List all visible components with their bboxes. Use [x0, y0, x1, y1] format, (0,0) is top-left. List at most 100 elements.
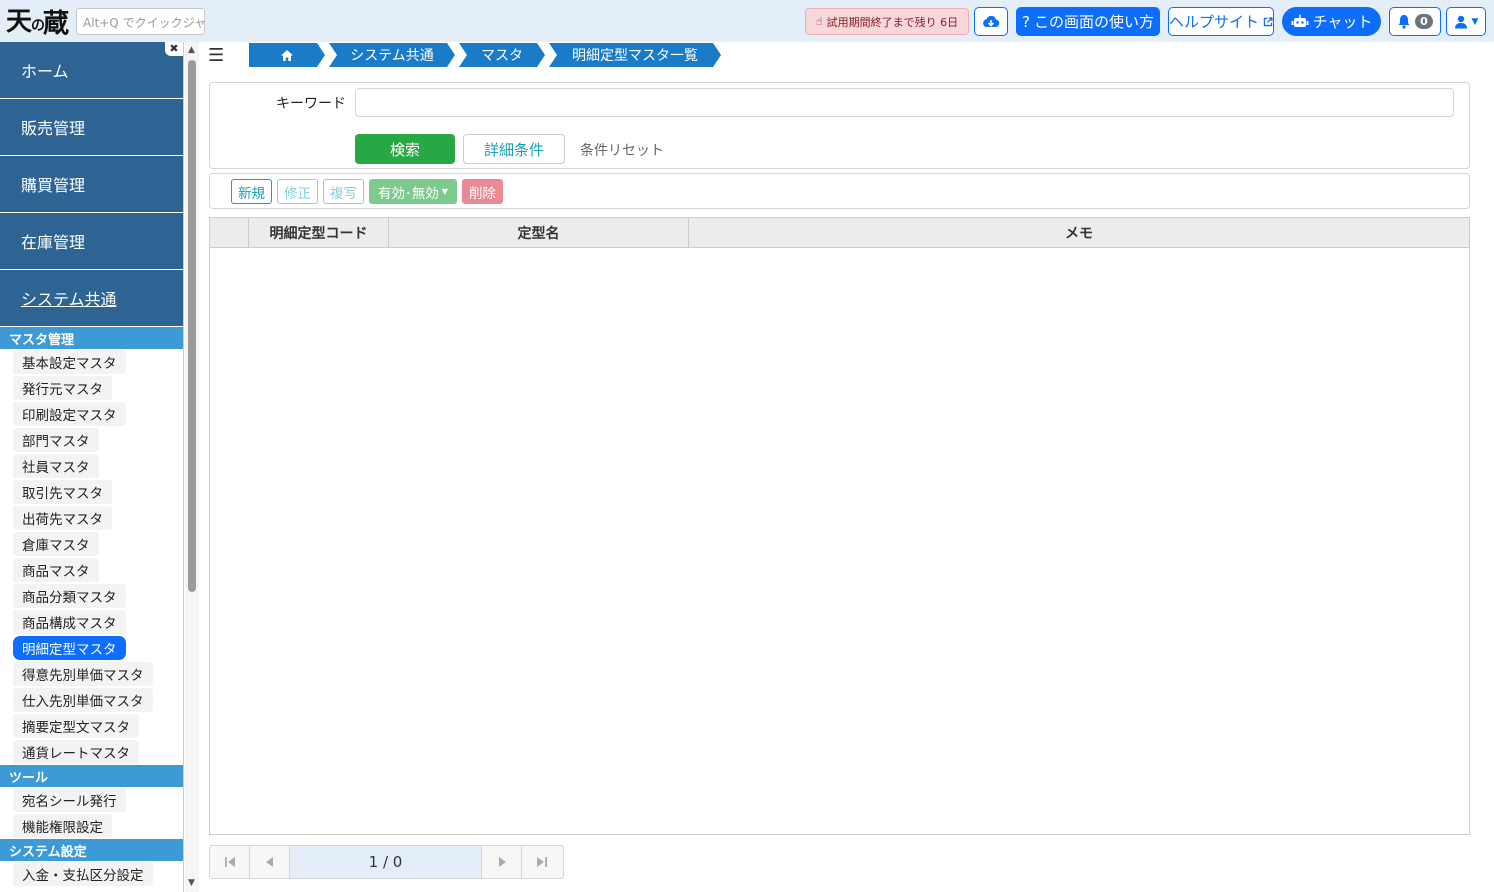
sidebar-subitem-label: 機能権限設定: [13, 814, 112, 838]
question-icon: ?: [1022, 12, 1030, 31]
column-header-select[interactable]: [210, 218, 249, 248]
new-button[interactable]: 新規: [231, 179, 272, 204]
sidebar-subitem[interactable]: 出荷先マスタ: [0, 505, 183, 531]
breadcrumb-item[interactable]: システム共通: [329, 43, 455, 67]
sidebar-subitem-label: 印刷設定マスタ: [13, 402, 126, 426]
chat-label: チャット: [1312, 13, 1373, 31]
sidebar-item-home[interactable]: ホーム: [0, 42, 183, 99]
sidebar-subitem-label: 仕入先別単価マスタ: [13, 688, 153, 712]
svg-text:蔵: 蔵: [43, 9, 69, 38]
trial-text: 試用期間終了まで残り 6日: [826, 15, 959, 29]
sidebar-subitem[interactable]: 印刷設定マスタ: [0, 401, 183, 427]
column-header-memo[interactable]: メモ: [689, 218, 1469, 248]
sidebar-subitem-label: 商品マスタ: [13, 558, 99, 582]
sidebar-subitem[interactable]: 仕入先別単価マスタ: [0, 687, 183, 713]
sidebar-item-inventory[interactable]: 在庫管理: [0, 213, 183, 270]
sidebar-subitem[interactable]: 商品構成マスタ: [0, 609, 183, 635]
detail-conditions-button[interactable]: 詳細条件: [463, 134, 565, 164]
sidebar-subitem[interactable]: 宛名シール発行: [0, 787, 183, 813]
sidebar-subitem-label: 商品分類マスタ: [13, 584, 126, 608]
sidebar-subitem[interactable]: 通貨レートマスタ: [0, 739, 183, 765]
prev-page-icon[interactable]: [250, 846, 290, 878]
next-page-icon[interactable]: [482, 846, 522, 878]
pager: 1 / 0: [209, 845, 564, 879]
column-header-name[interactable]: 定型名: [389, 218, 689, 248]
sidebar-item-system-common[interactable]: システム共通: [0, 270, 183, 327]
svg-text:天: 天: [6, 7, 32, 37]
sidebar-subitem-label: 宛名シール発行: [13, 788, 126, 812]
sidebar-item-label: ホーム: [21, 62, 69, 81]
sidebar-subitem[interactable]: 入金・支払区分設定: [0, 861, 183, 887]
sidebar-item-sales[interactable]: 販売管理: [0, 99, 183, 156]
sidebar-subitem-label: 入金・支払区分設定: [13, 862, 153, 886]
copy-button[interactable]: 複写: [323, 179, 364, 204]
search-panel: キーワード 検索 詳細条件 条件リセット: [209, 82, 1470, 169]
cloud-download-icon: [983, 15, 1000, 27]
sidebar-subitem[interactable]: 部門マスタ: [0, 427, 183, 453]
user-menu-button[interactable]: ▼: [1446, 7, 1486, 36]
edit-button[interactable]: 修正: [277, 179, 318, 204]
sidebar-subitem-label: 摘要定型文マスタ: [13, 714, 139, 738]
page-info: 1 / 0: [290, 846, 482, 878]
caret-down-icon: ▼: [441, 187, 448, 196]
sidebar-subitem-label: 倉庫マスタ: [13, 532, 99, 556]
app-logo[interactable]: 天 の 蔵: [6, 4, 70, 39]
sidebar-item-label: 購買管理: [21, 176, 86, 195]
scroll-up-icon[interactable]: ▲: [188, 45, 195, 55]
toggle-active-button[interactable]: 有効･無効 ▼: [369, 179, 457, 204]
pointer-icon: ☝: [815, 15, 823, 28]
howto-button[interactable]: ? この画面の使い方: [1016, 7, 1160, 36]
sidebar-subitem-label: 基本設定マスタ: [13, 350, 126, 374]
data-table: 明細定型コード 定型名 メモ: [209, 217, 1470, 835]
sidebar-subitem[interactable]: 摘要定型文マスタ: [0, 713, 183, 739]
download-button[interactable]: [974, 7, 1008, 36]
trial-status-badge[interactable]: ☝ 試用期間終了まで残り 6日: [805, 8, 969, 35]
sidebar-subitem-selected[interactable]: 明細定型マスタ: [0, 635, 183, 661]
sidebar-subitem[interactable]: 社員マスタ: [0, 453, 183, 479]
breadcrumb-home[interactable]: [249, 43, 325, 67]
search-button[interactable]: 検索: [355, 134, 455, 164]
sidebar-subitem[interactable]: 基本設定マスタ: [0, 349, 183, 375]
scroll-thumb[interactable]: [188, 60, 196, 592]
sidebar-scrollbar[interactable]: ▲ ▼: [185, 42, 199, 892]
breadcrumb-label: 明細定型マスタ一覧: [572, 48, 698, 64]
bell-icon: [1398, 15, 1410, 29]
delete-button[interactable]: 削除: [462, 179, 503, 204]
breadcrumb-label: マスタ: [481, 48, 523, 64]
app-header: 天 の 蔵 Alt+Q でクイックジャンプ ☝ 試用期間終了まで残り 6日 ? …: [0, 0, 1494, 42]
howto-label: この画面の使い方: [1033, 13, 1154, 31]
sidebar-subitem[interactable]: 得意先別単価マスタ: [0, 661, 183, 687]
keyword-label: キーワード: [276, 96, 346, 112]
hamburger-menu-icon[interactable]: ☰: [208, 47, 226, 65]
chat-button[interactable]: チャット: [1282, 7, 1381, 36]
pin-icon[interactable]: ✖: [165, 42, 183, 56]
sidebar-item-purchase[interactable]: 購買管理: [0, 156, 183, 213]
sidebar-section-system-settings: システム設定: [0, 839, 183, 861]
sidebar-subitem-label: 発行元マスタ: [13, 376, 112, 400]
column-header-code[interactable]: 明細定型コード: [249, 218, 389, 248]
sidebar-subitem[interactable]: 機能権限設定: [0, 813, 183, 839]
sidebar-subitem[interactable]: 商品分類マスタ: [0, 583, 183, 609]
last-page-icon[interactable]: [522, 846, 562, 878]
notifications-button[interactable]: 0: [1389, 7, 1441, 36]
help-site-button[interactable]: ヘルプサイト: [1168, 7, 1274, 36]
sidebar-subitem[interactable]: 発行元マスタ: [0, 375, 183, 401]
first-page-icon[interactable]: [210, 846, 250, 878]
sidebar-item-label: システム共通: [21, 290, 117, 309]
sidebar-subitem-label: 商品構成マスタ: [13, 610, 126, 634]
scroll-down-icon[interactable]: ▼: [188, 878, 195, 888]
notification-count-badge: 0: [1415, 14, 1433, 29]
breadcrumb-item[interactable]: マスタ: [459, 43, 545, 67]
sidebar-subitem[interactable]: 倉庫マスタ: [0, 531, 183, 557]
sidebar-subitem-label: 社員マスタ: [13, 454, 99, 478]
quickjump-input[interactable]: Alt+Q でクイックジャンプ: [76, 8, 205, 35]
home-icon: [280, 49, 294, 62]
help-label: ヘルプサイト: [1169, 13, 1260, 31]
reset-conditions-link[interactable]: 条件リセット: [580, 140, 664, 160]
sidebar-subitem[interactable]: 商品マスタ: [0, 557, 183, 583]
keyword-input[interactable]: [355, 88, 1454, 117]
external-link-icon: [1263, 16, 1273, 26]
user-icon: [1454, 15, 1467, 28]
sidebar-subitem[interactable]: 取引先マスタ: [0, 479, 183, 505]
action-toolbar: 新規 修正 複写 有効･無効 ▼ 削除: [209, 173, 1470, 209]
